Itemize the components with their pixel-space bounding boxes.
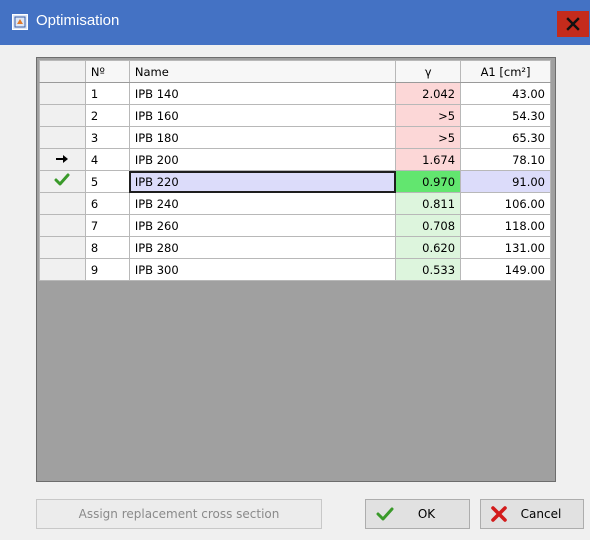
row-number: 1 <box>84 82 130 105</box>
row-indicator[interactable] <box>39 104 86 127</box>
row-indicator[interactable] <box>39 258 86 281</box>
assign-replacement-label: Assign replacement cross section <box>78 507 280 521</box>
table-row[interactable]: 6 IPB 240 0.811 106.00 <box>39 192 551 215</box>
table-row[interactable]: 8 IPB 280 0.620 131.00 <box>39 236 551 259</box>
table-row[interactable]: 4 IPB 200 1.674 78.10 <box>39 148 551 171</box>
red-x-icon <box>491 506 507 522</box>
row-a1: 65.30 <box>460 126 551 149</box>
window-title: Optimisation <box>36 12 120 29</box>
title-bar[interactable]: Optimisation <box>0 0 590 45</box>
row-indicator[interactable] <box>39 170 86 193</box>
row-name[interactable]: IPB 180 <box>128 126 397 149</box>
row-number: 7 <box>84 214 130 237</box>
row-indicator[interactable] <box>39 236 86 259</box>
row-a1: 106.00 <box>460 192 551 215</box>
column-header-a1[interactable]: A1 [cm²] <box>460 60 551 83</box>
cancel-label: Cancel <box>520 507 562 521</box>
row-gamma: 2.042 <box>395 82 462 105</box>
app-icon <box>12 14 28 30</box>
results-grid[interactable]: Nº Name γ A1 [cm²] 1 IPB 140 2.042 43.00 2 IP… <box>39 60 551 477</box>
arrow-right-icon <box>56 154 69 163</box>
row-a1: 131.00 <box>460 236 551 259</box>
row-a1: 149.00 <box>460 258 551 281</box>
row-number: 8 <box>84 236 130 259</box>
table-row[interactable]: 7 IPB 260 0.708 118.00 <box>39 214 551 237</box>
row-number: 6 <box>84 192 130 215</box>
table-row[interactable]: 1 IPB 140 2.042 43.00 <box>39 82 551 105</box>
row-indicator[interactable] <box>39 82 86 105</box>
table-row[interactable]: 3 IPB 180 >5 65.30 <box>39 126 551 149</box>
row-indicator[interactable] <box>39 148 86 171</box>
row-a1: 43.00 <box>460 82 551 105</box>
row-number: 4 <box>84 148 130 171</box>
row-a1: 91.00 <box>460 170 551 193</box>
checkmark-icon <box>376 507 394 521</box>
row-number: 9 <box>84 258 130 281</box>
row-name[interactable]: IPB 160 <box>128 104 397 127</box>
row-number: 3 <box>84 126 130 149</box>
checkmark-icon <box>54 173 70 186</box>
column-header-number[interactable]: Nº <box>84 60 130 83</box>
assign-replacement-button[interactable]: Assign replacement cross section <box>36 499 322 529</box>
optimisation-dialog: Optimisation Nº Name γ A1 [cm²] 1 IPB 14… <box>0 0 590 540</box>
row-name[interactable]: IPB 140 <box>128 82 397 105</box>
row-name[interactable]: IPB 200 <box>128 148 397 171</box>
cancel-button[interactable]: Cancel <box>480 499 584 529</box>
ok-label: OK <box>417 507 436 521</box>
results-grid-frame: Nº Name γ A1 [cm²] 1 IPB 140 2.042 43.00 2 IP… <box>36 57 556 482</box>
row-gamma: 0.533 <box>395 258 462 281</box>
row-gamma: 0.620 <box>395 236 462 259</box>
row-name[interactable]: IPB 240 <box>128 192 397 215</box>
row-gamma: 1.674 <box>395 148 462 171</box>
table-header-row: Nº Name γ A1 [cm²] <box>39 60 551 83</box>
row-a1: 118.00 <box>460 214 551 237</box>
row-indicator[interactable] <box>39 126 86 149</box>
table-row[interactable]: 9 IPB 300 0.533 149.00 <box>39 258 551 281</box>
row-name[interactable]: IPB 300 <box>128 258 397 281</box>
row-gamma: 0.970 <box>395 170 462 193</box>
row-gamma: >5 <box>395 104 462 127</box>
row-a1: 78.10 <box>460 148 551 171</box>
column-header-indicator <box>39 60 86 83</box>
row-number: 2 <box>84 104 130 127</box>
table-row[interactable]: 2 IPB 160 >5 54.30 <box>39 104 551 127</box>
close-button[interactable] <box>557 11 589 37</box>
column-header-gamma[interactable]: γ <box>395 60 462 83</box>
row-gamma: 0.811 <box>395 192 462 215</box>
table-row[interactable]: 5 IPB 220 0.970 91.00 <box>39 170 551 193</box>
row-a1: 54.30 <box>460 104 551 127</box>
ok-button[interactable]: OK <box>365 499 470 529</box>
row-name[interactable]: IPB 280 <box>128 236 397 259</box>
row-gamma: 0.708 <box>395 214 462 237</box>
column-header-name[interactable]: Name <box>128 60 397 83</box>
row-indicator[interactable] <box>39 214 86 237</box>
row-gamma: >5 <box>395 126 462 149</box>
close-icon <box>566 17 580 31</box>
row-indicator[interactable] <box>39 192 86 215</box>
results-table: Nº Name γ A1 [cm²] 1 IPB 140 2.042 43.00 2 IP… <box>39 60 551 281</box>
row-name[interactable]: IPB 220 <box>128 170 397 193</box>
row-number: 5 <box>84 170 130 193</box>
row-name[interactable]: IPB 260 <box>128 214 397 237</box>
